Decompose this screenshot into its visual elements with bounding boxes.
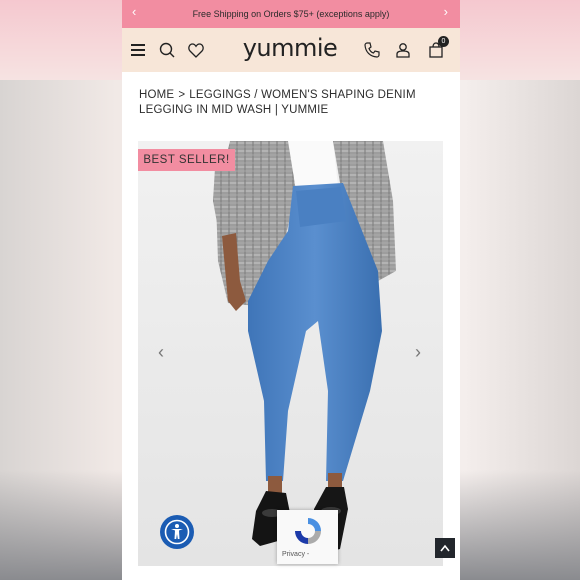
- site-logo[interactable]: yummie: [240, 34, 340, 62]
- carousel-prev-icon[interactable]: ‹: [158, 343, 170, 361]
- user-icon[interactable]: [393, 40, 413, 60]
- product-photo: [138, 141, 443, 566]
- search-icon[interactable]: [157, 40, 177, 60]
- accessibility-icon[interactable]: [160, 515, 194, 549]
- recaptcha-privacy-link[interactable]: Privacy -: [282, 551, 309, 558]
- promo-prev-icon[interactable]: ‹: [132, 4, 136, 19]
- promo-text: Free Shipping on Orders $75+ (exceptions…: [192, 9, 390, 19]
- heart-icon[interactable]: [186, 40, 206, 60]
- mobile-page: ‹ Free Shipping on Orders $75+ (exceptio…: [122, 0, 460, 580]
- recaptcha-icon: [295, 518, 321, 544]
- best-seller-badge: BEST SELLER!: [138, 149, 235, 171]
- carousel-next-icon[interactable]: ›: [415, 343, 427, 361]
- promo-banner: ‹ Free Shipping on Orders $75+ (exceptio…: [122, 0, 460, 28]
- phone-icon[interactable]: [362, 40, 382, 60]
- breadcrumb-home-link[interactable]: HOME: [139, 89, 174, 101]
- breadcrumb-separator: >: [178, 89, 186, 101]
- product-image-carousel[interactable]: BEST SELLER! ‹ ›: [138, 141, 443, 566]
- site-header: yummie 0: [122, 28, 460, 72]
- scroll-to-top-icon[interactable]: [435, 538, 455, 558]
- breadcrumb: HOME > LEGGINGS / WOMEN'S SHAPING DENIM LE…: [139, 88, 449, 118]
- promo-next-icon[interactable]: ›: [444, 4, 448, 19]
- menu-icon[interactable]: [128, 40, 148, 60]
- cart-icon[interactable]: 0: [426, 36, 449, 60]
- recaptcha-widget[interactable]: Privacy -: [277, 510, 338, 564]
- cart-count-badge: 0: [438, 36, 449, 47]
